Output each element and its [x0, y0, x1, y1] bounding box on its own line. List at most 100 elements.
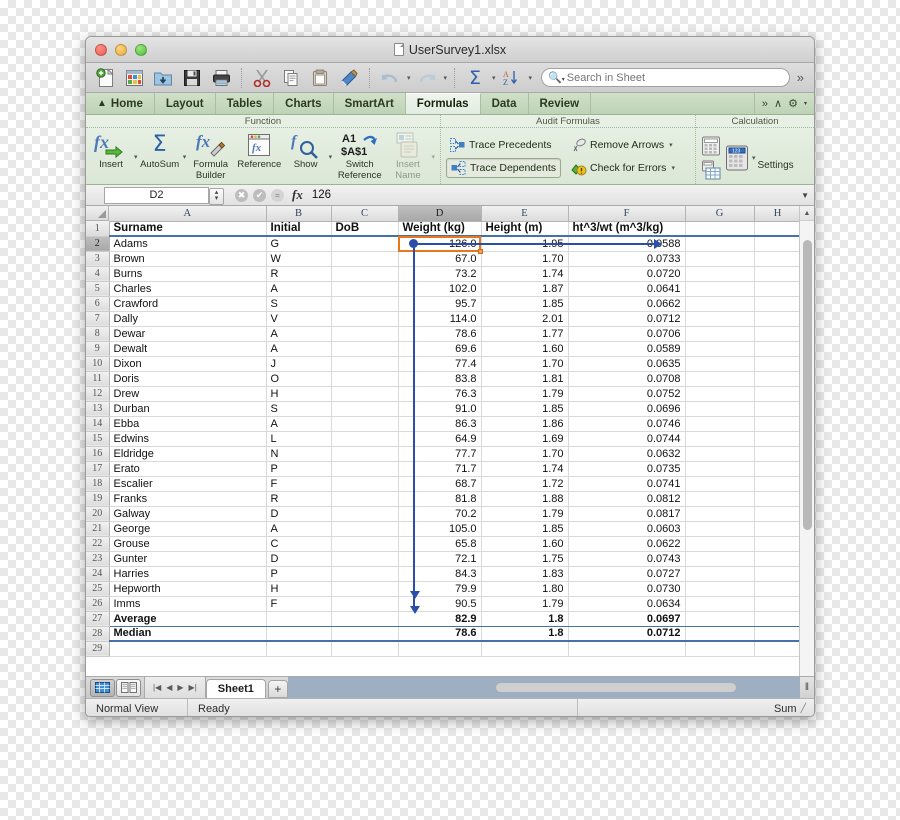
show-formulas-button[interactable]: f Show [286, 130, 326, 171]
cell-g23[interactable] [685, 551, 755, 567]
formula-input[interactable]: 126 [312, 189, 331, 201]
cell-e19[interactable]: 1.88 [481, 491, 569, 507]
sheet-tab-sheet1[interactable]: Sheet1 [205, 679, 266, 698]
row-header-10[interactable]: 10 [86, 356, 110, 372]
tab-data[interactable]: Data [481, 93, 529, 114]
cell-d11[interactable]: 83.8 [398, 371, 482, 387]
cell-d27[interactable]: 82.9 [398, 610, 482, 627]
tab-tables[interactable]: Tables [216, 93, 275, 114]
insert-name-caret[interactable]: ▾ [431, 153, 435, 161]
row-header-11[interactable]: 11 [86, 371, 110, 387]
resize-grip-icon[interactable]: ╱ [801, 703, 806, 714]
row-header-7[interactable]: 7 [86, 311, 110, 327]
cell-c28[interactable] [331, 625, 399, 642]
cell-c27[interactable] [331, 610, 399, 627]
cell-d3[interactable]: 67.0 [398, 251, 482, 267]
cell-h28[interactable] [754, 625, 799, 642]
cell-g25[interactable] [685, 581, 755, 597]
cell-c17[interactable] [331, 461, 399, 477]
cell-a17[interactable]: Erato [109, 461, 267, 477]
cell-h11[interactable] [754, 371, 799, 387]
cell-f23[interactable]: 0.0743 [568, 551, 686, 567]
gear-icon[interactable]: ⚙ [788, 97, 798, 110]
cell-c5[interactable] [331, 281, 399, 297]
cell-e20[interactable]: 1.79 [481, 506, 569, 522]
cell-a11[interactable]: Doris [109, 371, 267, 387]
cell-a13[interactable]: Durban [109, 401, 267, 417]
cell-b21[interactable]: A [266, 521, 332, 537]
cell-b6[interactable]: S [266, 296, 332, 312]
undo-dropdown-caret[interactable]: ▾ [407, 74, 411, 82]
name-box-stepper[interactable]: ▴ ▾ [209, 187, 224, 205]
column-header-h[interactable]: H [754, 206, 799, 222]
cell-h4[interactable] [754, 266, 799, 282]
cell-a20[interactable]: Galway [109, 506, 267, 522]
cell-a21[interactable]: George [109, 521, 267, 537]
cell-h29[interactable] [754, 641, 799, 657]
cell-g29[interactable] [685, 641, 755, 657]
tab-review[interactable]: Review [529, 93, 592, 114]
insert-function-caret[interactable]: ▾ [134, 153, 138, 161]
row-header-28[interactable]: 28 [86, 626, 110, 642]
cell-e3[interactable]: 1.70 [481, 251, 569, 267]
cell-g28[interactable] [685, 625, 755, 642]
row-header-27[interactable]: 27 [86, 611, 110, 627]
cell-d13[interactable]: 91.0 [398, 401, 482, 417]
cell-b15[interactable]: L [266, 431, 332, 447]
row-header-29[interactable]: 29 [86, 641, 110, 657]
cell-c4[interactable] [331, 266, 399, 282]
cell-d1[interactable]: Weight (kg) [398, 221, 482, 237]
cell-c1[interactable]: DoB [331, 221, 399, 237]
sort-dropdown-caret[interactable]: ▾ [529, 74, 533, 82]
cell-f18[interactable]: 0.0741 [568, 476, 686, 492]
cell-a27[interactable]: Average [109, 610, 267, 627]
cell-h26[interactable] [754, 596, 799, 612]
gear-dropdown-caret[interactable]: ▾ [804, 100, 807, 107]
cell-c9[interactable] [331, 341, 399, 357]
tab-charts[interactable]: Charts [274, 93, 334, 114]
save-icon[interactable] [179, 66, 205, 90]
cell-f3[interactable]: 0.0733 [568, 251, 686, 267]
cell-h9[interactable] [754, 341, 799, 357]
trace-dependents-button[interactable]: Trace Dependents [446, 158, 561, 178]
cell-a6[interactable]: Crawford [109, 296, 267, 312]
column-header-f[interactable]: F [568, 206, 686, 222]
autosum-button[interactable]: Σ AutoSum [140, 130, 180, 171]
cell-d25[interactable]: 79.9 [398, 581, 482, 597]
cell-g3[interactable] [685, 251, 755, 267]
cell-d8[interactable]: 78.6 [398, 326, 482, 342]
row-header-23[interactable]: 23 [86, 551, 110, 567]
insert-function-button[interactable]: fx Insert [91, 130, 131, 171]
cell-a26[interactable]: Imms [109, 596, 267, 612]
cell-h6[interactable] [754, 296, 799, 312]
cell-c20[interactable] [331, 506, 399, 522]
cell-a29[interactable] [109, 641, 267, 657]
cell-h3[interactable] [754, 251, 799, 267]
cell-e29[interactable] [481, 641, 569, 657]
cell-h18[interactable] [754, 476, 799, 492]
cell-d18[interactable]: 68.7 [398, 476, 482, 492]
row-header-17[interactable]: 17 [86, 461, 110, 477]
cell-f20[interactable]: 0.0817 [568, 506, 686, 522]
cell-b27[interactable] [266, 610, 332, 627]
tab-home[interactable]: ▲ Home [86, 93, 155, 114]
cell-c21[interactable] [331, 521, 399, 537]
cell-g27[interactable] [685, 610, 755, 627]
tab-layout[interactable]: Layout [155, 93, 216, 114]
cell-b16[interactable]: N [266, 446, 332, 462]
sort-icon[interactable]: AZ [499, 66, 525, 90]
cell-c12[interactable] [331, 386, 399, 402]
row-header-12[interactable]: 12 [86, 386, 110, 402]
column-header-b[interactable]: B [266, 206, 332, 222]
cell-c26[interactable] [331, 596, 399, 612]
cell-e5[interactable]: 1.87 [481, 281, 569, 297]
autosum-icon[interactable]: Σ [462, 66, 488, 90]
switch-reference-button[interactable]: A1 $A$1 Switch Reference [334, 130, 385, 181]
cell-f7[interactable]: 0.0712 [568, 311, 686, 327]
row-header-9[interactable]: 9 [86, 341, 110, 357]
cell-b12[interactable]: H [266, 386, 332, 402]
cell-e25[interactable]: 1.80 [481, 581, 569, 597]
cell-c2[interactable] [331, 236, 399, 252]
select-all-corner[interactable] [86, 206, 109, 221]
row-header-16[interactable]: 16 [86, 446, 110, 462]
